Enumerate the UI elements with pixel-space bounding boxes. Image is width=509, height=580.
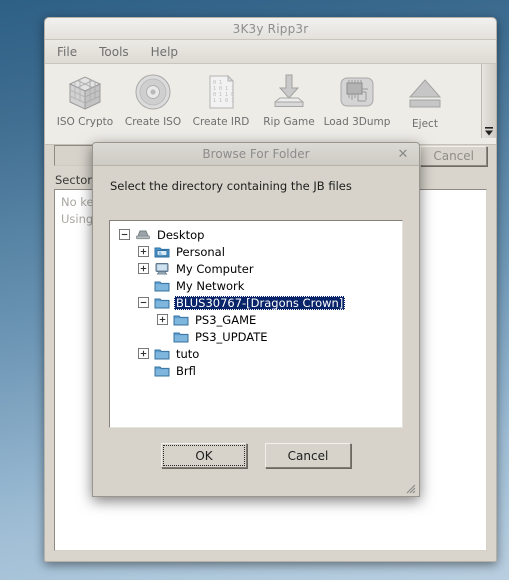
tree-item-label: BLUS30767-[Dragons Crown]	[174, 295, 346, 310]
tree-item[interactable]: Personal	[110, 243, 402, 260]
toolbar-button-load-3dump[interactable]: Load 3Dump	[323, 70, 391, 128]
tree-item[interactable]: tuto	[110, 345, 402, 362]
dialog-button-row: OK Cancel	[93, 443, 419, 468]
chip-icon	[336, 70, 378, 114]
tree-item[interactable]: PS3_GAME	[110, 311, 402, 328]
toolbar-button-eject[interactable]: Eject	[391, 70, 459, 130]
main-window-titlebar[interactable]: 3K3y Ripp3r	[45, 18, 496, 40]
tree-item[interactable]: PS3_UPDATE	[110, 328, 402, 345]
toolbar-label-create-ird: Create IRD	[192, 116, 250, 128]
tree-item-label: Personal	[176, 244, 225, 259]
desktop-icon	[134, 227, 151, 242]
binary-document-icon: 0 11 0 1 1 0 1 1 01 1 0 1	[200, 70, 242, 114]
expand-toggle-icon[interactable]	[156, 313, 169, 326]
collapse-toggle-icon[interactable]	[137, 296, 150, 309]
toolbar-scrollbar[interactable]	[481, 64, 496, 138]
computer-icon	[153, 261, 170, 276]
tree-item-label: PS3_GAME	[195, 312, 257, 327]
tree-item-label: My Computer	[176, 261, 254, 276]
main-window-title: 3K3y Ripp3r	[232, 21, 309, 36]
close-icon[interactable]: ✕	[395, 146, 411, 162]
tree-item[interactable]: My Network	[110, 277, 402, 294]
tree-item[interactable]: Brfl	[110, 362, 402, 379]
picture-folder-icon	[153, 244, 170, 259]
toolbar-button-create-ird[interactable]: 0 11 0 1 1 0 1 1 01 1 0 1 Create IRD	[187, 70, 255, 128]
ok-button[interactable]: OK	[161, 443, 247, 468]
collapse-toggle-icon[interactable]	[118, 228, 131, 241]
expand-toggle-icon[interactable]	[137, 347, 150, 360]
dialog-titlebar[interactable]: Browse For Folder ✕	[93, 143, 419, 166]
svg-text:1 1 0 1: 1 1 0 1	[213, 98, 234, 104]
cube-icon	[64, 70, 106, 114]
expand-toggle-icon[interactable]	[137, 245, 150, 258]
toolbar-label-create-iso: Create ISO	[124, 116, 182, 128]
menu-item-file[interactable]: File	[57, 45, 77, 59]
desktop-background: 3K3y Ripp3r File Tools Help ISO Crypto C…	[0, 0, 509, 580]
toolbar-label-load-3dump: Load 3Dump	[323, 116, 391, 128]
expand-toggle-icon[interactable]	[137, 262, 150, 275]
tree-item[interactable]: BLUS30767-[Dragons Crown]	[110, 294, 402, 311]
tree-item-label: PS3_UPDATE	[195, 329, 268, 344]
folder-icon	[153, 363, 170, 378]
toolbar-label-eject: Eject	[412, 118, 438, 130]
folder-icon	[153, 295, 170, 310]
browse-for-folder-dialog: Browse For Folder ✕ Select the directory…	[92, 142, 420, 497]
toolbar-label-iso-crypto: ISO Crypto	[56, 116, 114, 128]
toolbar-label-rip-game: Rip Game	[263, 116, 315, 128]
toolbar-button-iso-crypto[interactable]: ISO Crypto	[51, 70, 119, 128]
cancel-button[interactable]: Cancel	[265, 443, 351, 468]
toolbar: ISO Crypto Create ISO 0 1 1 0 1 1 0 1 1 …	[45, 64, 496, 145]
tree-item-label: Brfl	[176, 363, 196, 378]
folder-icon	[172, 329, 189, 344]
tree-item[interactable]: My Computer	[110, 260, 402, 277]
tree-item-label: tuto	[176, 346, 200, 361]
eject-icon	[404, 70, 446, 114]
dialog-title: Browse For Folder	[202, 147, 310, 161]
tree-item-label: Desktop	[157, 227, 205, 242]
dialog-prompt: Select the directory containing the JB f…	[110, 179, 352, 193]
download-drive-icon	[268, 70, 310, 114]
menu-item-help[interactable]: Help	[151, 45, 178, 59]
tree-item[interactable]: Desktop	[110, 226, 402, 243]
disc-icon	[132, 70, 174, 114]
resize-grip-icon[interactable]	[402, 479, 416, 494]
tree-item-label: My Network	[176, 278, 245, 293]
folder-tree[interactable]: Desktop Personal My Computer My Network BLUS…	[109, 220, 403, 428]
folder-icon	[153, 346, 170, 361]
folder-icon	[172, 312, 189, 327]
toolbar-button-create-iso[interactable]: Create ISO	[119, 70, 187, 128]
main-cancel-button[interactable]: Cancel	[420, 145, 487, 166]
chevron-down-icon[interactable]	[483, 124, 495, 138]
menu-item-tools[interactable]: Tools	[99, 45, 129, 59]
network-icon	[153, 278, 170, 293]
menu-bar: File Tools Help	[45, 40, 496, 64]
toolbar-button-rip-game[interactable]: Rip Game	[255, 70, 323, 128]
